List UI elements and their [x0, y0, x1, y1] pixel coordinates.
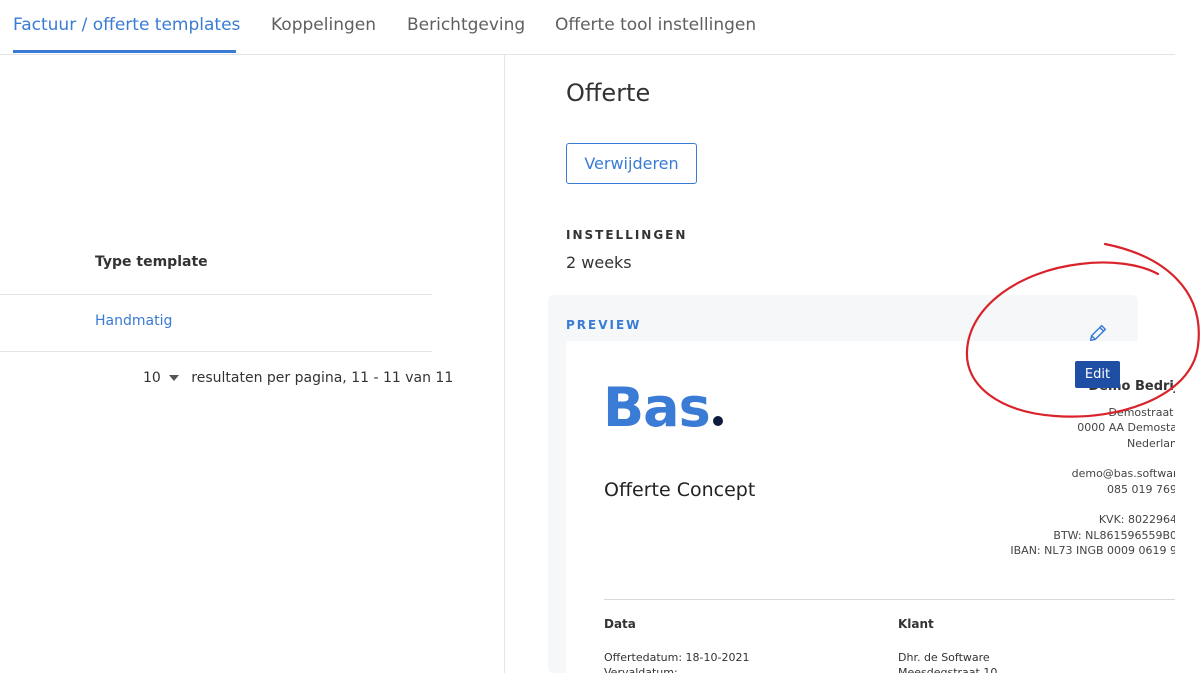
settings-label: INSTELLINGEN [566, 228, 688, 242]
company-kvk: KVK: 80229646 [1098, 513, 1175, 526]
document-title: Offerte Concept [604, 479, 756, 501]
delete-button[interactable]: Verwijderen [566, 143, 697, 184]
tab-offerte-tool-settings[interactable]: Offerte tool instellingen [555, 15, 756, 35]
panel-divider [504, 55, 505, 673]
client-name: Dhr. de Software [898, 651, 990, 664]
company-btw: BTW: NL861596559B01 [1053, 528, 1175, 542]
pagination-summary: resultaten per pagina, 11 - 11 van 11 [191, 370, 454, 386]
settings-value: 2 weeks [566, 253, 632, 272]
company-iban: IBAN: NL73 INGB 0009 0619 98 [1010, 544, 1175, 557]
pencil-icon[interactable] [1087, 322, 1109, 344]
page-size-select[interactable]: 10 [143, 370, 179, 386]
client-section-text: Dhr. de Software Meesdegstraat 10 [898, 650, 997, 673]
pagination: 10 resultaten per pagina, 11 - 11 van 11 [143, 370, 453, 386]
divider [0, 294, 432, 295]
tab-templates[interactable]: Factuur / offerte templates [13, 15, 240, 35]
tab-bar: Factuur / offerte templates Koppelingen … [0, 0, 1175, 55]
quote-date: Offertedatum: 18-10-2021 [604, 651, 750, 664]
tab-koppelingen[interactable]: Koppelingen [271, 15, 376, 35]
company-postal-city: 0000 AA Demostad [1077, 421, 1175, 434]
document-preview: Bas Offerte Concept Demo Bedrijf Demostr… [566, 341, 1175, 673]
client-section-title: Klant [898, 617, 934, 631]
company-phone: 085 019 7691 [1107, 482, 1175, 496]
active-tab-indicator [13, 50, 236, 53]
edit-button[interactable]: Edit [1075, 361, 1120, 388]
template-row-handmatig[interactable]: Handmatig [95, 313, 172, 329]
data-section-title: Data [604, 617, 636, 631]
document-divider [604, 599, 1175, 600]
column-header-type-template: Type template [95, 254, 208, 270]
tab-berichtgeving[interactable]: Berichtgeving [407, 15, 525, 35]
template-title: Offerte [566, 79, 651, 107]
preview-label: PREVIEW [566, 318, 642, 332]
divider [0, 351, 432, 352]
company-country: Nederland [1126, 436, 1175, 450]
company-street: Demostraat 1 [1108, 405, 1175, 419]
data-section-text: Offertedatum: 18-10-2021 Vervaldatum: [604, 650, 749, 673]
page-size-value: 10 [143, 370, 161, 386]
company-email: demo@bas.software [1071, 467, 1175, 480]
company-details: Demo Bedrijf Demostraat 1 0000 AA Demost… [1010, 379, 1175, 559]
logo-dot [712, 416, 723, 426]
due-date: Vervaldatum: [604, 666, 678, 673]
company-logo: Bas [603, 376, 723, 439]
logo-text: Bas [603, 376, 711, 439]
caret-down-icon [168, 375, 179, 381]
client-address: Meesdegstraat 10 [898, 666, 998, 673]
